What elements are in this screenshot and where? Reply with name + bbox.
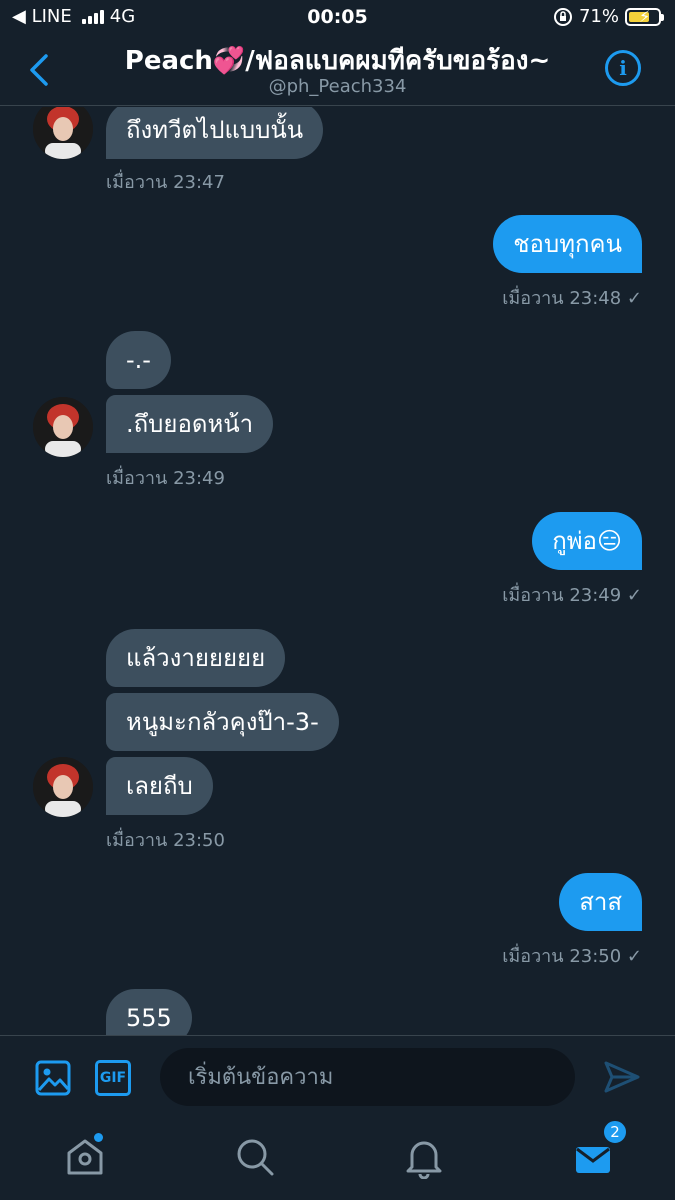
incoming-message[interactable]: .ถึบยอดหน้า	[106, 395, 274, 453]
message-timestamp: เมื่อวาน 23:49	[106, 468, 225, 489]
gif-button[interactable]: GIF	[95, 1060, 131, 1096]
messages-tab[interactable]: 2	[572, 1119, 628, 1179]
message-timestamp: เมื่อวาน 23:47	[106, 172, 225, 193]
image-icon[interactable]	[35, 1060, 71, 1096]
message-list[interactable]: ถึงทวีตไปแบบนั้น เมื่อวาน 23:47 ชอบทุกคน…	[0, 107, 675, 1035]
incoming-message[interactable]: เลยถีบ	[106, 757, 213, 815]
orientation-lock-icon	[553, 7, 572, 26]
outgoing-message[interactable]: ชอบทุกคน	[493, 215, 642, 273]
conversation-header: Peach💞/ฟอลแบคผมทีครับขอร้อง~ @ph_Peach33…	[0, 34, 675, 106]
avatar[interactable]	[33, 757, 93, 817]
home-icon	[67, 1139, 103, 1175]
status-right: 71% ⚡	[553, 6, 664, 27]
battery-percent: 71%	[578, 6, 619, 27]
notification-dot	[94, 1133, 103, 1142]
incoming-message[interactable]: -.-	[106, 331, 171, 389]
avatar[interactable]	[33, 397, 93, 457]
bell-icon	[406, 1141, 442, 1180]
message-timestamp: เมื่อวาน 23:48 ✓	[502, 288, 642, 309]
avatar[interactable]	[33, 107, 93, 159]
incoming-message[interactable]: 555	[106, 989, 192, 1035]
message-input[interactable]	[160, 1048, 575, 1106]
outgoing-message[interactable]: กูพ่อ😑	[532, 512, 642, 570]
incoming-message[interactable]: ถึงทวีตไปแบบนั้น	[106, 107, 324, 159]
notifications-tab[interactable]	[402, 1135, 446, 1180]
unread-badge: 2	[602, 1119, 628, 1145]
home-tab[interactable]	[63, 1133, 107, 1179]
message-composer: GIF	[0, 1035, 675, 1125]
incoming-message[interactable]: แล้วงายยยยย	[106, 629, 286, 687]
outgoing-message[interactable]: สาส	[559, 873, 642, 931]
conversation-handle[interactable]: @ph_Peach334	[0, 76, 675, 97]
search-icon	[237, 1139, 274, 1176]
message-timestamp: เมื่อวาน 23:50 ✓	[502, 946, 642, 967]
incoming-message[interactable]: หนูมะกลัวคุงป๊า-3-	[106, 693, 339, 751]
bottom-navigation: 2	[0, 1119, 675, 1200]
message-timestamp: เมื่อวาน 23:50	[106, 830, 225, 851]
conversation-title[interactable]: Peach💞/ฟอลแบคผมทีครับขอร้อง~	[80, 40, 595, 81]
battery-icon: ⚡	[625, 7, 664, 26]
send-icon[interactable]	[603, 1058, 641, 1096]
message-timestamp: เมื่อวาน 23:49 ✓	[502, 585, 642, 606]
status-bar: ◀ LINE 4G 00:05 71% ⚡	[0, 0, 675, 34]
info-icon[interactable]: i	[605, 50, 641, 86]
search-tab[interactable]	[233, 1135, 277, 1179]
